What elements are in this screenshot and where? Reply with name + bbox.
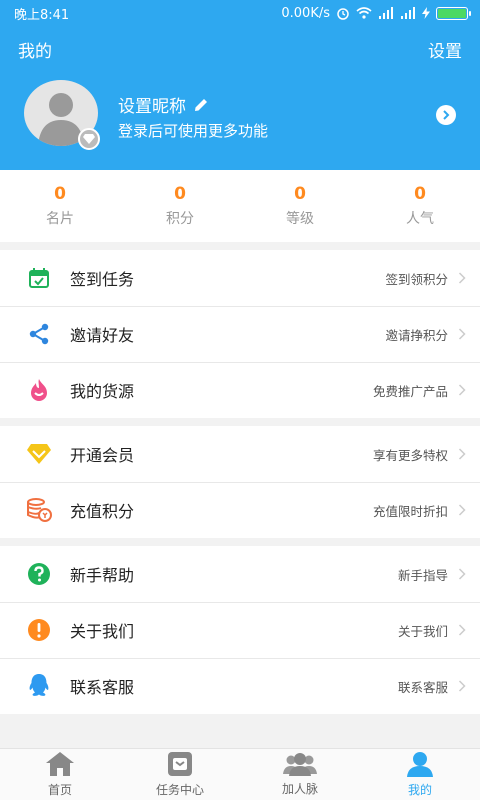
menu-item-invite[interactable]: 邀请好友 邀请挣积分 <box>0 306 480 362</box>
chevron-right-icon <box>458 624 466 636</box>
share-icon <box>26 321 52 347</box>
tab-home[interactable]: 首页 <box>0 749 120 800</box>
menu-item-vip[interactable]: 开通会员 享有更多特权 <box>0 426 480 482</box>
contacts-icon <box>283 753 317 776</box>
menu-item-hint: 关于我们 <box>397 623 448 639</box>
menu-group-2: 开通会员 享有更多特权 充值积分 充值限时折扣 <box>0 426 480 538</box>
menu-item-title: 邀请好友 <box>70 326 135 345</box>
menu-item-support[interactable]: 联系客服 联系客服 <box>0 658 480 714</box>
user-icon <box>407 752 433 777</box>
stat-label: 积分 <box>166 211 194 227</box>
wifi-icon <box>356 7 372 19</box>
stat-points[interactable]: 0 积分 <box>120 170 240 242</box>
alarm-icon <box>337 8 349 20</box>
flame-icon <box>26 377 52 403</box>
charging-icon <box>422 7 430 19</box>
menu-item-recharge[interactable]: 充值积分 充值限时折扣 <box>0 482 480 538</box>
stat-label: 等级 <box>286 211 314 227</box>
chevron-right-icon <box>458 384 466 396</box>
menu-item-title: 关于我们 <box>70 622 135 641</box>
menu-item-sources[interactable]: 我的货源 免费推广产品 <box>0 362 480 418</box>
network-speed: 0.00K/s <box>281 5 330 21</box>
chevron-right-icon <box>458 328 466 340</box>
signal-icon-2 <box>401 7 415 19</box>
home-icon <box>46 752 74 776</box>
menu-item-title: 充值积分 <box>70 502 135 521</box>
question-icon <box>26 561 52 587</box>
chevron-right-icon <box>458 504 466 516</box>
status-time: 晚上8:41 <box>14 7 70 23</box>
menu-group-1: 签到任务 签到领积分 邀请好友 邀请挣积分 我的货源 免费推广产品 <box>0 250 480 418</box>
calendar-check-icon <box>26 265 52 291</box>
stat-label: 人气 <box>406 211 434 227</box>
tab-tasks[interactable]: 任务中心 <box>120 749 240 800</box>
login-hint: 登录后可使用更多功能 <box>118 122 269 140</box>
signal-icon <box>379 7 393 19</box>
stat-popularity[interactable]: 0 人气 <box>360 170 480 242</box>
menu-item-title: 新手帮助 <box>70 566 135 585</box>
menu-item-hint: 邀请挣积分 <box>385 327 448 343</box>
menu-item-hint: 新手指导 <box>397 567 448 583</box>
menu-item-title: 联系客服 <box>70 678 135 697</box>
coins-icon <box>26 497 52 523</box>
edit-pencil-icon[interactable] <box>194 97 209 112</box>
menu-group-3: 新手帮助 新手指导 关于我们 关于我们 联系客服 联系客服 <box>0 546 480 714</box>
task-icon <box>168 752 192 776</box>
chevron-right-icon <box>458 448 466 460</box>
settings-button[interactable]: 设置 <box>428 37 462 62</box>
menu-item-checkin[interactable]: 签到任务 签到领积分 <box>0 250 480 306</box>
nickname-label: 设置昵称 <box>118 97 186 117</box>
menu-item-hint: 联系客服 <box>397 679 448 695</box>
vip-badge-icon <box>78 128 100 150</box>
stat-value: 0 <box>294 184 306 204</box>
tab-contacts[interactable]: 加人脉 <box>240 749 360 800</box>
menu-item-hint: 免费推广产品 <box>372 383 448 399</box>
nav-header: 我的 设置 <box>0 26 480 72</box>
stat-value: 0 <box>54 184 66 204</box>
status-icons: 0.00K/s <box>281 5 471 21</box>
profile-header: 晚上8:41 0.00K/s 我的 设置 设置昵称 登录后可使用更多功能 <box>0 0 480 170</box>
stats-bar: 0 名片 0 积分 0 等级 0 人气 <box>0 170 480 242</box>
menu-item-title: 签到任务 <box>70 270 135 289</box>
menu-item-about[interactable]: 关于我们 关于我们 <box>0 602 480 658</box>
menu-item-help[interactable]: 新手帮助 新手指导 <box>0 546 480 602</box>
tab-label: 首页 <box>47 783 72 797</box>
menu-item-title: 我的货源 <box>70 382 135 401</box>
menu-item-hint: 充值限时折扣 <box>372 503 448 519</box>
stat-value: 0 <box>174 184 186 204</box>
chevron-right-icon <box>458 680 466 692</box>
tab-me[interactable]: 我的 <box>360 749 480 800</box>
menu-item-title: 开通会员 <box>70 446 135 465</box>
battery-icon <box>436 6 471 20</box>
stat-level[interactable]: 0 等级 <box>240 170 360 242</box>
chevron-right-icon <box>458 568 466 580</box>
qq-icon <box>26 673 52 699</box>
bottom-tab-bar: 首页 任务中心 加人脉 我的 <box>0 748 480 800</box>
tab-label: 任务中心 <box>155 783 204 797</box>
stat-label: 名片 <box>46 211 74 227</box>
info-icon <box>26 617 52 643</box>
profile-card[interactable]: 设置昵称 登录后可使用更多功能 <box>0 80 480 152</box>
stat-value: 0 <box>414 184 426 204</box>
tab-label: 加人脉 <box>281 782 318 796</box>
nickname-row[interactable]: 设置昵称 <box>118 92 209 117</box>
stat-card[interactable]: 0 名片 <box>0 170 120 242</box>
tab-label: 我的 <box>407 783 432 797</box>
diamond-icon <box>26 441 52 467</box>
menu-item-hint: 享有更多特权 <box>372 447 448 463</box>
chevron-right-icon[interactable] <box>436 105 456 125</box>
page-title: 我的 <box>18 41 52 62</box>
menu-item-hint: 签到领积分 <box>385 271 448 287</box>
chevron-right-icon <box>458 272 466 284</box>
status-bar: 晚上8:41 0.00K/s <box>0 0 480 26</box>
